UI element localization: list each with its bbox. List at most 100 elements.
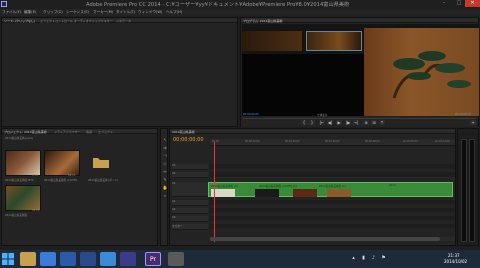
ruler-tick: 00;00;32;00 xyxy=(245,140,260,143)
project-item-label: 2014富山県美術館 (2).MTS xyxy=(44,179,77,182)
project-item-duration: 03;09 xyxy=(32,209,40,212)
track-master[interactable] xyxy=(210,224,455,230)
project-path: 2014富山県美術.prproj xyxy=(5,137,34,140)
selection-tool-icon[interactable]: ↖ xyxy=(162,137,168,143)
menu-clip[interactable]: クリップ(C) xyxy=(43,10,63,15)
clip-thumbnail xyxy=(255,189,279,197)
track-v3[interactable] xyxy=(210,164,455,170)
track-v2[interactable] xyxy=(210,172,455,178)
windows-start-icon[interactable] xyxy=(2,253,14,265)
track-header-v2[interactable]: V2 xyxy=(172,172,208,178)
program-video-frame[interactable] xyxy=(242,24,479,116)
track-header-a3[interactable]: A3 xyxy=(172,216,208,222)
tray-flag-icon[interactable]: ⚑ xyxy=(380,255,387,262)
track-a2[interactable] xyxy=(210,208,455,214)
video-clip-track-v1[interactable]: 2014富山県美術館 [V] 2014富山県美術館 (2).MTS [V] 20… xyxy=(208,182,453,197)
tray-up-arrow-icon[interactable]: ▴ xyxy=(350,255,357,262)
tab-media-browser[interactable]: メディアブラウザー xyxy=(54,130,81,134)
folder-icon[interactable] xyxy=(92,155,110,169)
thumbnail-selected[interactable] xyxy=(306,31,362,51)
project-item-thumbnail[interactable] xyxy=(44,150,80,176)
mail-taskbar-icon[interactable] xyxy=(60,252,76,266)
project-item-thumbnail[interactable] xyxy=(5,150,41,176)
word-taskbar-icon[interactable] xyxy=(80,252,96,266)
track-header-a2[interactable]: A2 xyxy=(172,208,208,214)
step-back-button[interactable]: ◀| xyxy=(327,120,333,125)
maximize-button[interactable]: □ xyxy=(452,0,466,7)
tab-program[interactable]: プログラム: 2014富山県美術 xyxy=(243,19,283,23)
ripple-edit-tool-icon[interactable]: ⊣ xyxy=(162,153,168,159)
ruler-tick: 00;01;36;02 xyxy=(325,140,340,143)
clip-thumbnail xyxy=(327,189,351,197)
razor-tool-icon[interactable]: ◇ xyxy=(162,161,168,167)
time-ruler[interactable]: 00;00 00;00;32;00 00;01;04;02 00;01;36;0… xyxy=(210,139,455,146)
program-fit-dropdown[interactable]: 全体表示 xyxy=(317,113,327,117)
track-header-master[interactable]: マスター xyxy=(172,224,208,230)
tab-effects[interactable]: エフェクト xyxy=(98,130,113,134)
clip-thumbnail xyxy=(293,189,317,197)
tab-source[interactable]: ソース: (クリップなし) xyxy=(4,19,35,23)
tab-info[interactable]: 情報 xyxy=(86,130,92,134)
program-tab-strip: プログラム: 2014富山県美術 xyxy=(241,18,478,23)
tab-audio-clip-mixer[interactable]: オーディオクリップミキサー xyxy=(74,19,113,23)
track-header-v1[interactable]: V1 xyxy=(172,182,208,197)
timeline-scrollbar[interactable] xyxy=(210,237,455,241)
tab-effect-controls[interactable]: エフェクトコントロール xyxy=(40,19,73,23)
menu-edit[interactable]: 編集(E) xyxy=(24,10,36,15)
lift-button[interactable]: ⊕ xyxy=(363,120,369,125)
program-timecode-current[interactable]: 00;00;00;00 xyxy=(243,113,259,116)
ie-taskbar-icon[interactable] xyxy=(100,252,116,266)
menu-title[interactable]: タイトル(T) xyxy=(116,10,135,15)
step-forward-button[interactable]: |▶ xyxy=(345,120,351,125)
mark-in-button[interactable]: { xyxy=(301,120,307,125)
project-item-thumbnail[interactable] xyxy=(5,185,41,211)
zoom-tool-icon[interactable]: ⌕ xyxy=(162,193,168,199)
premiere-app-icon[interactable] xyxy=(1,1,7,7)
menu-help[interactable]: ヘルプ(H) xyxy=(166,10,182,15)
minimize-button[interactable]: – xyxy=(437,0,451,7)
timeline-timecode[interactable]: 00;00;00;00 xyxy=(173,137,204,143)
clock-date[interactable]: 2014/10/02 xyxy=(444,259,467,264)
track-select-tool-icon[interactable]: ⇉ xyxy=(162,145,168,151)
track-header-a1[interactable]: A1 xyxy=(172,200,208,206)
play-button[interactable]: ▶ xyxy=(336,120,342,125)
program-controls: 00;00;00;00 全体表示 00;03;09;15 { } |← ◀| ▶… xyxy=(241,113,478,127)
ruler-tick: 00;03;12;06 xyxy=(435,140,450,143)
track-a1[interactable] xyxy=(210,200,455,206)
track-a3[interactable] xyxy=(210,216,455,222)
chrome-taskbar-icon[interactable] xyxy=(40,252,56,266)
track-header-v3[interactable]: V3 xyxy=(172,164,208,170)
export-frame-button[interactable]: ⤒ xyxy=(379,120,385,125)
tray-network-icon[interactable]: ▮ xyxy=(360,255,367,262)
button-editor-button[interactable]: + xyxy=(470,120,476,125)
go-to-out-button[interactable]: →| xyxy=(353,120,359,125)
menu-sequence[interactable]: シーケンス(S) xyxy=(66,10,89,15)
media-taskbar-icon[interactable] xyxy=(120,252,136,266)
tab-project[interactable]: プロジェクト: 2014富山県美術 xyxy=(4,130,47,134)
explorer-taskbar-icon[interactable] xyxy=(20,252,36,266)
tab-metadata[interactable]: メタデータ xyxy=(116,19,131,23)
pen-tool-icon[interactable]: ✎ xyxy=(162,177,168,183)
tray-volume-icon[interactable]: ♪ xyxy=(370,255,377,262)
tools-panel: ↖ ⇉ ⊣ ◇ ↔ ✎ ✋ ⌕ xyxy=(160,128,168,246)
menu-marker[interactable]: マーカー(M) xyxy=(93,10,113,15)
hand-tool-icon[interactable]: ✋ xyxy=(162,185,168,191)
project-item-duration: 59;14 xyxy=(68,174,76,177)
clock-time[interactable]: 21:37 xyxy=(448,253,460,258)
menu-window[interactable]: ウィンドウ(W) xyxy=(138,10,162,15)
video-black-area xyxy=(242,54,364,116)
premiere-taskbar-icon[interactable]: Pr xyxy=(145,252,161,266)
close-button[interactable]: ✕ xyxy=(465,0,480,7)
tab-sequence[interactable]: 2014富山県美術 xyxy=(172,130,195,134)
program-scrub-bar[interactable] xyxy=(243,118,476,119)
timeline-scroll-thumb[interactable] xyxy=(210,237,440,241)
mark-out-button[interactable]: } xyxy=(309,120,315,125)
menu-file[interactable]: ファイル(F) xyxy=(2,10,21,15)
extract-button[interactable]: ⊞ xyxy=(371,120,377,125)
go-to-in-button[interactable]: |← xyxy=(319,120,325,125)
pine-tree-graphic xyxy=(392,51,471,99)
slip-tool-icon[interactable]: ↔ xyxy=(162,169,168,175)
project-item-label: 2014富山県美術館 xyxy=(5,214,28,217)
window-taskbar-icon[interactable] xyxy=(168,252,184,266)
playhead[interactable] xyxy=(214,142,215,242)
